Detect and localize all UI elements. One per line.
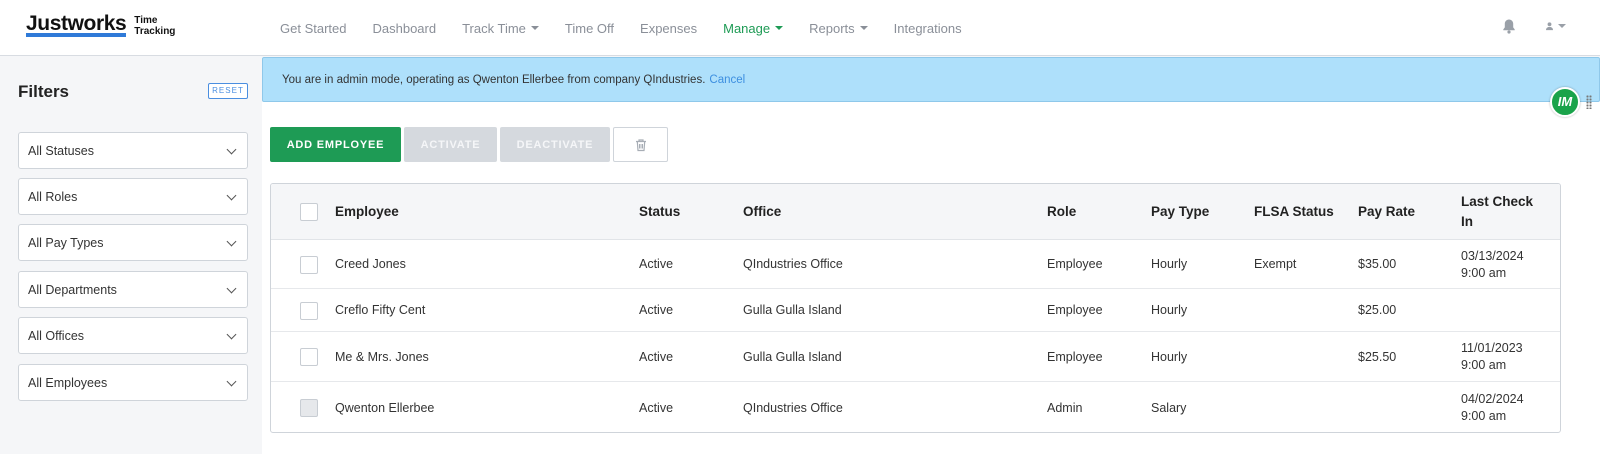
cell-role: Employee bbox=[1047, 349, 1103, 364]
cancel-admin-mode-link[interactable]: Cancel bbox=[709, 74, 745, 86]
bell-icon[interactable] bbox=[1502, 18, 1516, 34]
cell-office: Gulla Gulla Island bbox=[743, 349, 842, 364]
column-header-office[interactable]: Office bbox=[743, 202, 781, 222]
row-checkbox[interactable] bbox=[300, 399, 318, 417]
chevron-down-icon bbox=[226, 329, 237, 340]
main-nav: Get Started Dashboard Track Time Time Off Ex… bbox=[280, 0, 988, 56]
nav-item-manage[interactable]: Manage bbox=[723, 21, 784, 36]
logo[interactable]: Justworks Time Tracking bbox=[26, 13, 175, 37]
cell-last-check-in: 03/13/2024 9:00 am bbox=[1461, 248, 1524, 280]
filter-select-all-statuses[interactable]: All Statuses bbox=[18, 132, 248, 169]
reset-filters-button[interactable]: RESET bbox=[208, 83, 248, 99]
helper-widget-badge[interactable]: IM bbox=[1550, 87, 1580, 117]
cell-pay-rate: $35.00 bbox=[1358, 257, 1397, 271]
admin-mode-banner: You are in admin mode, operating as Qwen… bbox=[262, 57, 1600, 102]
trash-icon bbox=[635, 138, 646, 151]
cell-role: Employee bbox=[1047, 303, 1103, 317]
cell-status: Active bbox=[639, 349, 674, 364]
filter-select-all-employees[interactable]: All Employees bbox=[18, 364, 248, 401]
table-row[interactable]: Me & Mrs. Jones Active Gulla Gulla Island E… bbox=[271, 332, 1560, 382]
cell-status: Active bbox=[639, 303, 674, 317]
cell-employee[interactable]: Me & Mrs. Jones bbox=[335, 349, 429, 366]
delete-button[interactable] bbox=[613, 127, 668, 162]
top-navigation-bar: Justworks Time Tracking Get Started Dashb… bbox=[0, 0, 1600, 56]
column-header-status[interactable]: Status bbox=[639, 202, 680, 222]
nav-item-expenses[interactable]: Expenses bbox=[640, 21, 697, 36]
filters-sidebar: Filters RESET All Statuses All Roles All P… bbox=[0, 57, 262, 454]
filters-title: Filters bbox=[18, 82, 70, 101]
filter-select-all-pay-types[interactable]: All Pay Types bbox=[18, 224, 248, 261]
cell-pay-type: Hourly bbox=[1151, 257, 1188, 271]
drag-handle-icon[interactable] bbox=[1586, 95, 1592, 109]
nav-item-integrations[interactable]: Integrations bbox=[894, 21, 962, 36]
column-header-pay-rate[interactable]: Pay Rate bbox=[1358, 202, 1415, 222]
nav-item-track-time[interactable]: Track Time bbox=[462, 21, 539, 36]
cell-office: QIndustries Office bbox=[743, 400, 843, 415]
deactivate-button[interactable]: DEACTIVATE bbox=[500, 127, 610, 162]
nav-item-time-off[interactable]: Time Off bbox=[565, 21, 614, 36]
table-header: Employee Status Office Role Pay Type FLSA Sta… bbox=[271, 184, 1560, 240]
cell-status: Active bbox=[639, 400, 674, 415]
cell-pay-type: Salary bbox=[1151, 400, 1187, 415]
row-checkbox[interactable] bbox=[300, 255, 318, 274]
employees-table: Employee Status Office Role Pay Type FLSA Sta… bbox=[270, 183, 1561, 433]
activate-button[interactable]: ACTIVATE bbox=[404, 127, 497, 162]
header-icons bbox=[1502, 18, 1566, 34]
cell-employee[interactable]: Qwenton Ellerbee bbox=[335, 400, 434, 417]
cell-employee[interactable]: Creed Jones bbox=[335, 256, 406, 273]
filter-select-all-roles[interactable]: All Roles bbox=[18, 178, 248, 215]
cell-pay-type: Hourly bbox=[1151, 349, 1188, 364]
chevron-down-icon bbox=[226, 283, 237, 294]
chevron-down-icon bbox=[859, 26, 868, 30]
cell-pay-type: Hourly bbox=[1151, 303, 1188, 317]
select-all-checkbox[interactable] bbox=[300, 203, 318, 221]
chevron-down-icon bbox=[530, 26, 539, 30]
table-row[interactable]: Creed Jones Active QIndustries Office Emplo… bbox=[271, 240, 1560, 289]
cell-role: Admin bbox=[1047, 400, 1083, 415]
main-content: You are in admin mode, operating as Qwen… bbox=[262, 57, 1600, 454]
chevron-down-icon bbox=[226, 376, 237, 387]
chevron-down-icon bbox=[1558, 24, 1566, 28]
filter-select-all-offices[interactable]: All Offices bbox=[18, 317, 248, 354]
column-header-employee[interactable]: Employee bbox=[335, 202, 399, 222]
logo-product-name: Time Tracking bbox=[134, 15, 176, 37]
cell-employee[interactable]: Creflo Fifty Cent bbox=[335, 302, 425, 319]
cell-role: Employee bbox=[1047, 257, 1103, 271]
cell-last-check-in: 04/02/2024 9:00 am bbox=[1461, 392, 1524, 423]
nav-item-dashboard[interactable]: Dashboard bbox=[372, 21, 436, 36]
cell-last-check-in: 11/01/2023 9:00 am bbox=[1461, 341, 1523, 372]
employee-toolbar: ADD EMPLOYEE ACTIVATE DEACTIVATE bbox=[270, 127, 671, 162]
row-checkbox[interactable] bbox=[300, 301, 318, 320]
user-icon[interactable] bbox=[1546, 18, 1566, 34]
chevron-down-icon bbox=[226, 190, 237, 201]
table-row[interactable]: Qwenton Ellerbee Active QIndustries Office… bbox=[271, 382, 1560, 432]
add-employee-button[interactable]: ADD EMPLOYEE bbox=[270, 127, 401, 162]
cell-office: Gulla Gulla Island bbox=[743, 303, 842, 317]
cell-pay-rate: $25.50 bbox=[1358, 349, 1397, 364]
column-header-last-check-in[interactable]: Last Check In bbox=[1461, 192, 1541, 232]
filter-select-all-departments[interactable]: All Departments bbox=[18, 271, 248, 308]
banner-text: You are in admin mode, operating as Qwen… bbox=[282, 73, 706, 86]
chevron-down-icon bbox=[775, 26, 784, 30]
cell-pay-rate: $25.00 bbox=[1358, 303, 1397, 317]
cell-flsa: Exempt bbox=[1254, 257, 1297, 271]
cell-office: QIndustries Office bbox=[743, 257, 843, 271]
chevron-down-icon bbox=[226, 144, 237, 155]
table-row[interactable]: Creflo Fifty Cent Active Gulla Gulla Islan… bbox=[271, 289, 1560, 332]
chevron-down-icon bbox=[226, 236, 237, 247]
cell-status: Active bbox=[639, 257, 674, 271]
row-checkbox[interactable] bbox=[300, 348, 318, 366]
nav-item-reports[interactable]: Reports bbox=[809, 21, 868, 36]
column-header-role[interactable]: Role bbox=[1047, 202, 1076, 222]
logo-wordmark: Justworks bbox=[26, 12, 127, 37]
column-header-flsa-status[interactable]: FLSA Status bbox=[1254, 202, 1334, 222]
column-header-pay-type[interactable]: Pay Type bbox=[1151, 202, 1209, 222]
nav-item-get-started[interactable]: Get Started bbox=[280, 21, 346, 36]
